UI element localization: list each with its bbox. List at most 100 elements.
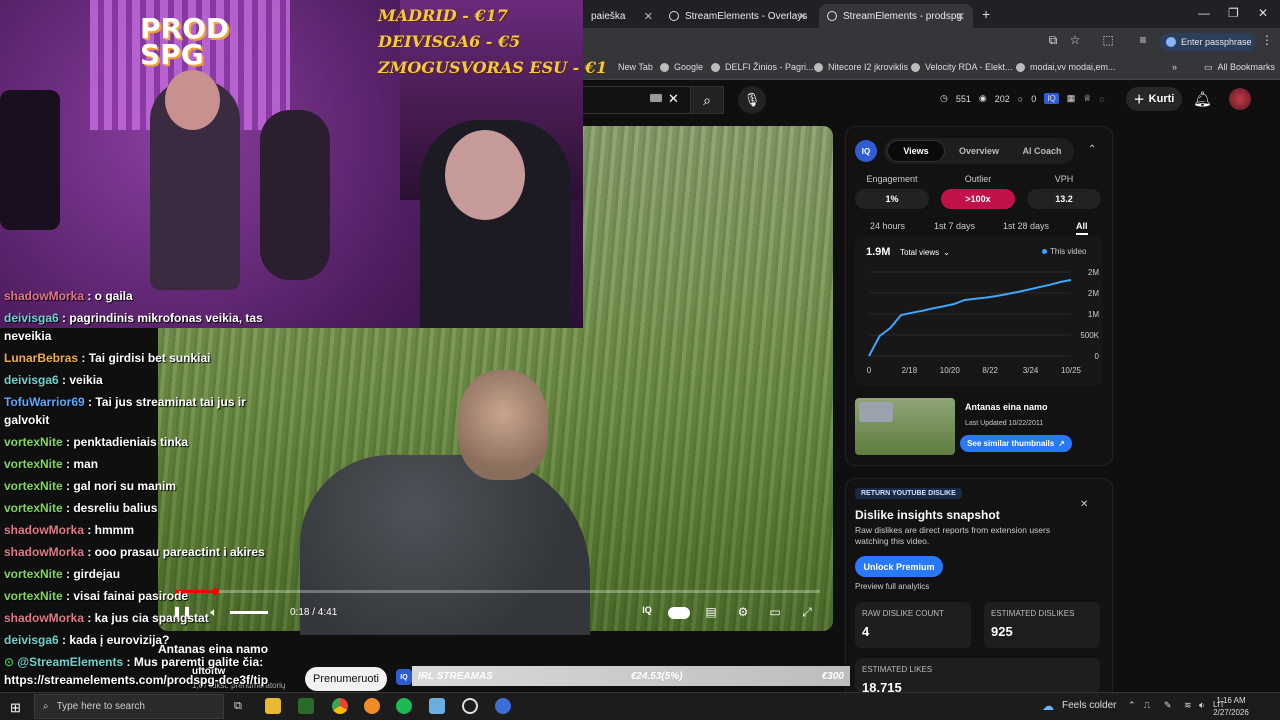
vidiq-stats: ◷ 551 ◉ 202 ○ 0 IQ ▦ ♕ ◌ (940, 93, 1105, 104)
site-icon (814, 62, 823, 72)
avatar[interactable] (1229, 88, 1251, 110)
obs-icon[interactable] (462, 698, 478, 714)
spotify-icon[interactable] (396, 698, 412, 714)
tab-prodspg[interactable]: StreamElements - prodspg ✕ (819, 4, 973, 28)
app-icon[interactable] (298, 698, 314, 714)
windows-start-icon[interactable]: ⊞ (10, 700, 21, 716)
search-icon: ⌕ (43, 701, 49, 712)
bookmark-item[interactable]: Google (660, 56, 703, 78)
wifi-icon[interactable]: ≋ (1184, 700, 1192, 711)
tip-link[interactable]: https://streamelements.com/prodspg-dce3f… (4, 671, 268, 689)
theater-icon[interactable]: ▭ (766, 605, 784, 621)
range-28d[interactable]: 1st 28 days (1003, 221, 1049, 231)
pen-icon[interactable]: ✎ (1164, 700, 1172, 711)
y-tick-label: 500K (1080, 331, 1099, 340)
subtitles-icon[interactable]: ▤ (702, 605, 720, 621)
bookmark-item[interactable]: modai,vv modai,em... (1016, 56, 1116, 78)
unlock-premium-button[interactable]: Unlock Premium (855, 556, 943, 577)
all-bookmarks[interactable]: ▭ All Bookmarks (1204, 56, 1275, 78)
bookmarks-more[interactable]: » (1172, 56, 1177, 78)
create-button[interactable]: ＋ Kurti (1126, 87, 1182, 111)
bookmark-label: Google (674, 62, 704, 72)
thumbnail-title: Antanas eina namo (965, 402, 1048, 412)
vidiq-logo-icon: IQ (855, 140, 877, 162)
close-icon[interactable]: ✕ (798, 10, 807, 23)
chat-message: : o gaila (84, 289, 133, 303)
close-icon[interactable]: ✕ (956, 10, 965, 23)
clock-date[interactable]: 2/27/2026 (1200, 708, 1262, 717)
cast-icon[interactable]: ⧉ (1046, 33, 1060, 47)
notifications-icon[interactable] (1262, 696, 1280, 720)
settings-icon[interactable]: ⚙ (734, 605, 752, 621)
bell-icon[interactable]: 🔔︎ (1193, 90, 1212, 108)
vidiq-icon[interactable]: IQ (1044, 93, 1059, 104)
star-icon[interactable]: ☆ (1068, 33, 1082, 47)
streamelements-icon (669, 11, 679, 21)
subscribe-button[interactable]: Prenumeruoti (305, 667, 387, 691)
search-button[interactable]: ⌕ (690, 86, 724, 114)
bookmark-item[interactable]: DELFI Žinios - Pagri... (711, 56, 814, 78)
bookmark-item[interactable]: Nitecore I2 įkroviklis (814, 56, 908, 78)
bookmark-label: modai,vv modai,em... (1030, 62, 1116, 72)
views-select[interactable]: Total views ⌄ (896, 244, 964, 260)
autoplay-toggle[interactable] (668, 607, 690, 619)
tray-chevron-icon[interactable]: ⌃ (1128, 700, 1136, 711)
clock-time[interactable]: 1:16 AM (1210, 696, 1252, 705)
reading-list-icon[interactable]: ≡ (1136, 33, 1150, 47)
ticker-label: IRL STREAMAS (418, 670, 493, 682)
bookmark-item[interactable]: New Tab (618, 56, 653, 78)
maximize-button[interactable]: ❐ (1228, 6, 1239, 20)
video-progress-bar[interactable] (175, 590, 820, 593)
chrome-icon[interactable] (332, 698, 348, 714)
app-icon[interactable] (364, 698, 380, 714)
range-24h[interactable]: 24 hours (870, 221, 905, 231)
x-tick-label: 10/20 (940, 366, 961, 375)
similar-thumbnails-button[interactable]: See similar thumbnails ↗ (960, 435, 1072, 452)
grid-icon[interactable]: ▦ (1067, 93, 1076, 104)
chat-message: : Tai jus streaminat tai jus ir (84, 395, 246, 409)
keyboard-icon[interactable] (650, 94, 662, 102)
task-view-icon[interactable]: ⧉ (234, 700, 242, 713)
app-icon[interactable] (495, 698, 511, 714)
weather-text[interactable]: Feels colder (1062, 700, 1116, 711)
voice-search-icon[interactable]: 🎙 (738, 86, 766, 114)
chat-icon[interactable]: ◌ (1099, 94, 1104, 104)
range-7d[interactable]: 1st 7 days (934, 221, 975, 231)
vidiq-small-icon[interactable]: IQ (396, 669, 412, 685)
tab-views[interactable]: Views (887, 140, 945, 162)
file-explorer-icon[interactable] (265, 698, 281, 714)
app-icon[interactable] (429, 698, 445, 714)
extensions-icon[interactable]: ⬚ (1101, 33, 1115, 47)
clear-search-icon[interactable]: ✕ (668, 91, 679, 107)
views-series-line (868, 279, 1072, 357)
passphrase-button[interactable]: Enter passphrase (1160, 33, 1256, 51)
tab-search[interactable]: paieška ✕ (583, 4, 661, 28)
tab-ai-coach[interactable]: AI Coach (1013, 140, 1071, 162)
chat-username: deivisga6 (4, 373, 59, 387)
trophy-icon[interactable]: ♕ (1083, 93, 1091, 104)
tab-overlays[interactable]: StreamElements - Overlays ✕ (661, 4, 815, 28)
legend-label: This video (1050, 247, 1087, 256)
close-icon[interactable]: ✕ (1080, 499, 1088, 510)
external-link-icon: ↗ (1058, 439, 1065, 448)
chat-message: : kada į eurovizija? (58, 633, 170, 647)
eye-icon: ◉ (978, 93, 987, 103)
fullscreen-icon[interactable]: ⤢ (798, 605, 816, 621)
volume-slider[interactable] (230, 611, 268, 614)
close-window-button[interactable]: ✕ (1258, 6, 1268, 20)
raw-dislike-label: RAW DISLIKE COUNT (862, 609, 944, 618)
range-all[interactable]: All (1076, 221, 1088, 235)
bookmark-item[interactable]: Velocity RDA - Elekt... (911, 56, 1013, 78)
new-tab-button[interactable]: + (982, 6, 990, 22)
chat-username: shadowMorka (4, 523, 85, 537)
network-icon[interactable]: ⎍ (1144, 700, 1150, 711)
taskbar-search[interactable]: ⌕ Type here to search (34, 694, 224, 719)
collapse-icon[interactable]: ⌃ (1088, 144, 1096, 155)
weather-icon: ☁ (1042, 699, 1054, 713)
tab-overview[interactable]: Overview (950, 140, 1008, 162)
vidiq-player-icon[interactable]: IQ (638, 605, 656, 621)
menu-icon[interactable]: ⋮ (1260, 33, 1274, 47)
chat-line: LunarBebras : Tai girdisi bet sunkiai (4, 349, 211, 367)
close-icon[interactable]: ✕ (644, 10, 653, 23)
minimize-button[interactable]: — (1198, 6, 1210, 20)
